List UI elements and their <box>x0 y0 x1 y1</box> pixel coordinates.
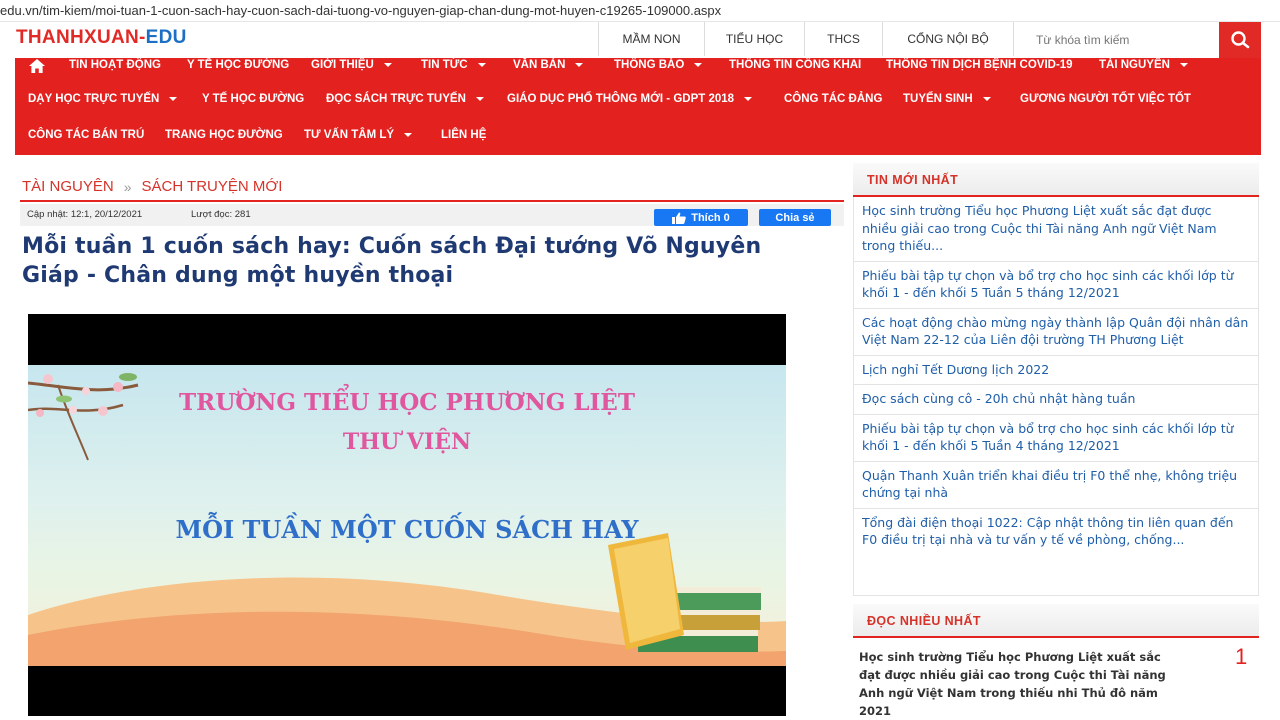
nav-tai-nguyen-label: TÀI NGUYÊN <box>1099 59 1170 71</box>
video-library-label: THƯ VIỆN <box>342 429 472 455</box>
facebook-share-button[interactable]: Chia sẻ <box>759 209 831 226</box>
video-school-name: TRƯỜNG TIỂU HỌC PHƯƠNG LIỆT <box>179 389 635 416</box>
top-links: MẦM NON TIỂU HỌC THCS CỔNG NỘI BỘ <box>598 22 1014 56</box>
nav-thong-bao[interactable]: THÔNG BÁO <box>614 59 703 71</box>
latest-news-item[interactable]: Tổng đài điện thoại 1022: Cập nhật thông… <box>854 509 1258 555</box>
nav-y-te-hoc-duong-2[interactable]: Y TẾ HỌC ĐƯỜNG <box>202 93 304 105</box>
popular-news-text: Học sinh trường Tiểu học Phương Liệt xuấ… <box>859 650 1166 718</box>
logo-text-main: THANHXUAN- <box>16 27 146 48</box>
nav-tu-van-tam-ly[interactable]: TƯ VẤN TÂM LÝ <box>304 129 413 141</box>
breadcrumb-sach-truyen-moi[interactable]: SÁCH TRUYỆN MỚI <box>141 178 282 195</box>
blossom-branch-image <box>28 373 139 461</box>
breadcrumb-underline <box>20 200 844 202</box>
updated-time: Cập nhật: 12:1, 20/12/2021 <box>27 209 143 220</box>
nav-cong-tac-dang[interactable]: CÔNG TÁC ĐẢNG <box>784 93 882 105</box>
popular-news-section: ĐỌC NHIỀU NHẤT <box>853 604 1259 638</box>
nav-gdpt-2018[interactable]: GIÁO DỤC PHỔ THÔNG MỚI - GDPT 2018 <box>507 93 753 105</box>
nav-gioi-thieu-label: GIỚI THIỆU <box>311 59 374 71</box>
nav-gdpt-label: GIÁO DỤC PHỔ THÔNG MỚI - GDPT 2018 <box>507 93 735 105</box>
nav-van-ban[interactable]: VĂN BẢN <box>513 59 584 71</box>
top-header: THANHXUAN-EDU MẦM NON TIỂU HỌC THCS CỔNG… <box>0 22 1280 58</box>
search-icon <box>1231 31 1250 49</box>
nav-tin-tuc[interactable]: TIN TỨC <box>421 59 486 71</box>
latest-news-item[interactable]: Các hoạt động chào mừng ngày thành lập Q… <box>854 309 1258 356</box>
caret-down-icon <box>169 97 178 101</box>
home-icon[interactable] <box>29 58 45 77</box>
nav-day-hoc-label: DẠY HỌC TRỰC TUYẾN <box>28 93 160 105</box>
thumbs-up-icon <box>672 212 687 224</box>
caret-down-icon <box>477 63 486 67</box>
caret-down-icon <box>575 63 584 67</box>
nav-thong-bao-label: THÔNG BÁO <box>614 59 685 71</box>
popular-rank: 1 <box>1235 644 1248 669</box>
article-title: Mỗi tuần 1 cuốn sách hay: Cuốn sách Đại … <box>22 234 762 288</box>
nav-tuyen-sinh-label: TUYỂN SINH <box>903 93 973 105</box>
site-logo[interactable]: THANHXUAN-EDU <box>16 27 187 49</box>
top-link-thcs[interactable]: THCS <box>804 22 882 56</box>
nav-tin-tuc-label: TIN TỨC <box>421 59 468 71</box>
search-input[interactable] <box>1016 26 1218 54</box>
top-link-tieu-hoc[interactable]: TIỂU HỌC <box>704 22 804 56</box>
top-link-mam-non[interactable]: MẦM NON <box>598 22 704 56</box>
nav-tin-hoat-dong[interactable]: TIN HOẠT ĐỘNG <box>69 59 161 71</box>
like-label: Thích 0 <box>691 211 730 224</box>
caret-down-icon <box>404 133 413 137</box>
nav-lien-he[interactable]: LIÊN HỆ <box>441 129 486 141</box>
latest-news-item[interactable]: Quận Thanh Xuân triển khai điều trị F0 t… <box>854 462 1258 509</box>
nav-thong-tin-covid[interactable]: THÔNG TIN DỊCH BỆNH COVID-19 <box>886 59 1073 71</box>
nav-tuyen-sinh[interactable]: TUYỂN SINH <box>903 93 991 105</box>
nav-trang-hoc-duong[interactable]: TRANG HỌC ĐƯỜNG <box>165 129 283 141</box>
sidebar: TIN MỚI NHẤT Học sinh trường Tiểu học Ph… <box>853 163 1259 596</box>
nav-van-ban-label: VĂN BẢN <box>513 59 566 71</box>
nav-guong-nguoi-tot[interactable]: GƯƠNG NGƯỜI TỐT VIỆC TỐT <box>1020 93 1191 105</box>
main-nav: TIN HOẠT ĐỘNG Y TẾ HỌC ĐƯỜNG GIỚI THIỆU … <box>15 58 1261 155</box>
search-button[interactable] <box>1219 22 1261 58</box>
latest-news-item[interactable]: Phiếu bài tập tự chọn và bổ trợ cho học … <box>854 262 1258 309</box>
latest-news-item[interactable]: Lịch nghỉ Tết Dương lịch 2022 <box>854 356 1258 385</box>
address-bar[interactable]: edu.vn/tim-kiem/moi-tuan-1-cuon-sach-hay… <box>0 0 1280 22</box>
nav-doc-sach-truc-tuyen[interactable]: ĐỌC SÁCH TRỰC TUYẾN <box>326 93 484 105</box>
breadcrumb-separator-icon: » <box>123 178 132 195</box>
facebook-like-button[interactable]: Thích 0 <box>654 209 748 226</box>
nav-thong-tin-cong-khai[interactable]: THÔNG TIN CÔNG KHAI <box>729 59 861 71</box>
top-link-cong-noi-bo[interactable]: CỔNG NỘI BỘ <box>882 22 1014 56</box>
nav-tai-nguyen[interactable]: TÀI NGUYÊN <box>1099 59 1188 71</box>
popular-news-heading: ĐỌC NHIỀU NHẤT <box>853 604 1259 638</box>
caret-down-icon <box>744 97 753 101</box>
logo-text-edu: EDU <box>145 27 187 48</box>
nav-doc-sach-label: ĐỌC SÁCH TRỰC TUYẾN <box>326 93 466 105</box>
nav-day-hoc-truc-tuyen[interactable]: DẠY HỌC TRỰC TUYẾN <box>28 93 178 105</box>
video-frame: TRƯỜNG TIỂU HỌC PHƯƠNG LIỆT THƯ VIỆN MỖI… <box>28 365 786 666</box>
latest-news-item[interactable]: Học sinh trường Tiểu học Phương Liệt xuấ… <box>854 197 1258 262</box>
latest-news-item[interactable]: Phiếu bài tập tự chọn và bổ trợ cho học … <box>854 415 1258 462</box>
popular-news-item[interactable]: Học sinh trường Tiểu học Phương Liệt xuấ… <box>853 644 1259 720</box>
nav-tu-van-label: TƯ VẤN TÂM LÝ <box>304 129 395 141</box>
caret-down-icon <box>383 63 392 67</box>
video-player[interactable]: TRƯỜNG TIỂU HỌC PHƯƠNG LIỆT THƯ VIỆN MỖI… <box>28 314 786 716</box>
caret-down-icon <box>475 97 484 101</box>
books-image <box>608 533 761 652</box>
caret-down-icon <box>694 63 703 67</box>
latest-news-list: Học sinh trường Tiểu học Phương Liệt xuấ… <box>853 197 1259 596</box>
nav-y-te-hoc-duong[interactable]: Y TẾ HỌC ĐƯỜNG <box>187 59 289 71</box>
share-label: Chia sẻ <box>775 211 815 224</box>
caret-down-icon <box>982 97 991 101</box>
nav-cong-tac-ban-tru[interactable]: CÔNG TÁC BÁN TRÚ <box>28 129 144 141</box>
nav-gioi-thieu[interactable]: GIỚI THIỆU <box>311 59 392 71</box>
latest-news-heading: TIN MỚI NHẤT <box>853 163 1259 197</box>
caret-down-icon <box>1179 63 1188 67</box>
view-count: Lượt đọc: 281 <box>191 209 251 220</box>
breadcrumb: TÀI NGUYÊN » SÁCH TRUYỆN MỚI <box>22 178 282 195</box>
latest-news-item[interactable]: Đọc sách cùng cô - 20h chủ nhật hàng tuầ… <box>854 385 1258 415</box>
breadcrumb-tai-nguyen[interactable]: TÀI NGUYÊN <box>22 178 114 195</box>
